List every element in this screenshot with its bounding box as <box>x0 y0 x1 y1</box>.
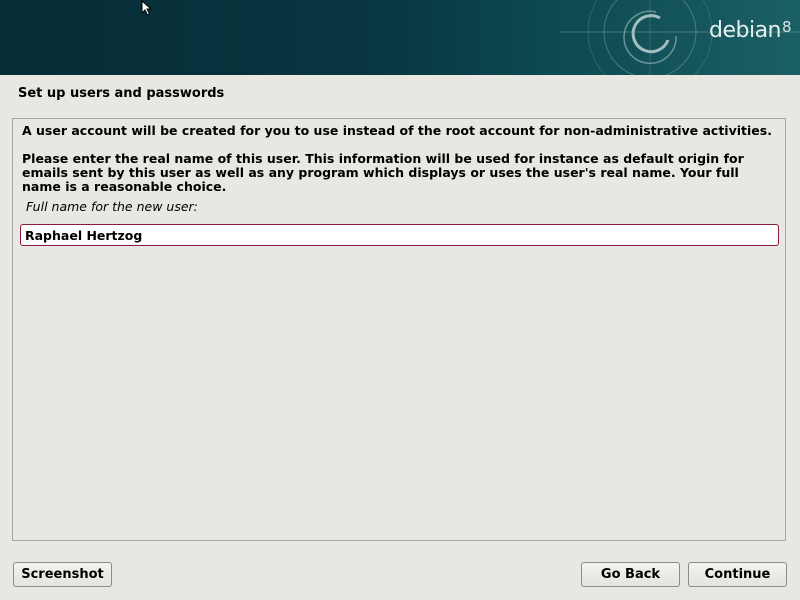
continue-button[interactable]: Continue <box>688 562 787 587</box>
debian-banner: debian8 <box>0 0 800 75</box>
description-text: Please enter the real name of this user.… <box>22 152 782 194</box>
page-title: Set up users and passwords <box>18 86 225 101</box>
brand-version: 8 <box>782 18 792 36</box>
description-line: emails sent by this user as well as any … <box>22 165 739 180</box>
screenshot-button[interactable]: Screenshot <box>13 562 112 587</box>
go-back-button[interactable]: Go Back <box>581 562 680 587</box>
intro-text: A user account will be created for you t… <box>22 123 772 138</box>
brand-name: debian <box>709 18 782 43</box>
debian-logo-text: debian8 <box>709 18 792 43</box>
full-name-input[interactable] <box>20 224 779 246</box>
description-line: Please enter the real name of this user.… <box>22 151 744 166</box>
description-line: name is a reasonable choice. <box>22 179 227 194</box>
full-name-label: Full name for the new user: <box>26 199 198 214</box>
mouse-pointer-icon <box>141 0 153 16</box>
